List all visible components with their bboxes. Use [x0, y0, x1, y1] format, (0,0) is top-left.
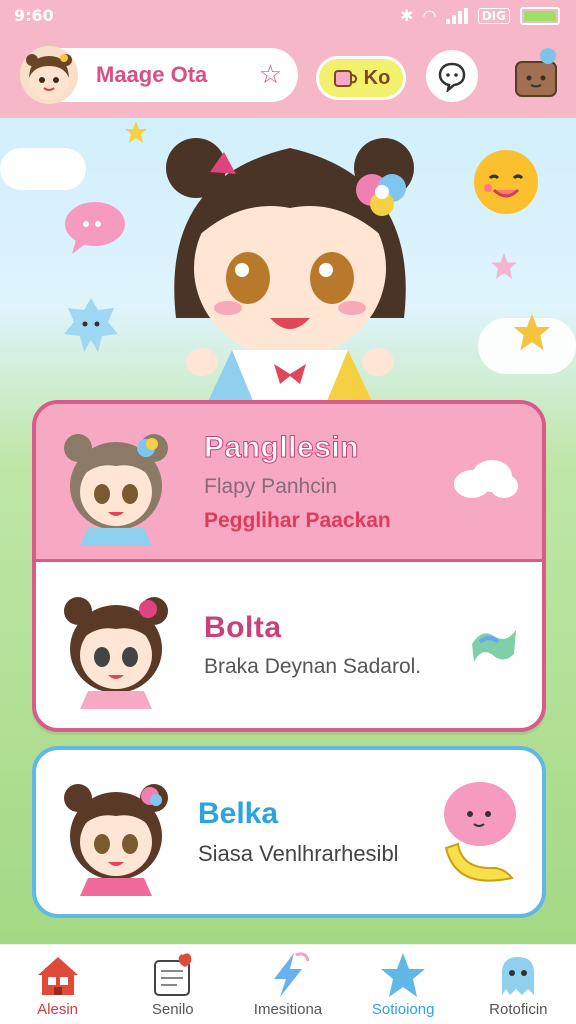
card-name: Pangllesin [204, 430, 360, 464]
nav-label: Alesin [37, 1001, 79, 1018]
nav-label: Senilo [151, 1001, 194, 1018]
smiley-sun-icon [474, 150, 538, 214]
pink-chat-bubble-icon [65, 202, 125, 254]
chat-bubble-icon [438, 62, 466, 92]
nav-item-home[interactable]: Alesin [3, 951, 113, 1018]
notebook-icon [153, 953, 192, 996]
nav-item-lightning[interactable]: Imesitiona [233, 951, 343, 1018]
cotton-candy-banana-icon [444, 782, 516, 882]
yellow-star-icon [513, 313, 551, 351]
star-icon[interactable]: ☆ [259, 60, 282, 90]
card-name: Bolta [204, 611, 282, 644]
nav-label: Imesitiona [253, 1001, 323, 1018]
house-icon [37, 957, 78, 995]
ghost-icon [502, 957, 535, 995]
hero-banner [0, 118, 576, 418]
chat-button[interactable] [426, 50, 478, 102]
card-subtitle: Flapy Panhcin [204, 474, 338, 498]
card-tag: Pegglihar Paackan [204, 508, 391, 532]
profile-search-pill[interactable]: Maage Ota ☆ [20, 46, 298, 104]
bluetooth-icon: ✱ [400, 6, 414, 25]
cloud-decoration [0, 148, 86, 190]
cup-icon [333, 70, 357, 87]
wifi-icon: ◠ [423, 6, 436, 25]
star-icon [381, 953, 426, 997]
bottom-navigation: Alesin Senilo Imesitiona Sotioiong Rotof… [0, 944, 576, 1024]
character-card-bolta[interactable]: Bolta Braka Deynan Sadarol. [36, 562, 542, 728]
status-bar: 9:60 ✱ ◠ DIG [0, 0, 576, 36]
ko-label: Ko [363, 66, 391, 89]
ko-button[interactable]: Ko [316, 56, 406, 100]
tv-mascot-button[interactable] [512, 46, 562, 102]
nav-item-star[interactable]: Sotioiong [348, 951, 458, 1018]
character-card-belka[interactable]: Belka Siasa Venlhrarhesibl [32, 746, 546, 918]
pink-star-icon [491, 253, 517, 279]
nav-label: Sotioiong [371, 1001, 435, 1018]
card-subtitle: Siasa Venlhrarhesibl [198, 841, 399, 866]
mascot-girl-illustration [166, 138, 414, 418]
battery-icon [520, 6, 560, 25]
battery-label: DIG [477, 7, 510, 24]
nav-item-ghost[interactable]: Rotoficin [463, 951, 573, 1018]
character-avatar [64, 597, 168, 709]
signal-icon [445, 7, 468, 24]
app-title: Maage Ota [96, 62, 208, 87]
character-avatar [64, 784, 168, 896]
avatar[interactable] [20, 46, 78, 104]
status-time: 9:60 [14, 6, 54, 25]
lightning-icon [273, 952, 310, 997]
blue-blob-icon [64, 298, 118, 352]
nav-label: Rotoficin [489, 1001, 548, 1018]
nav-item-notebook[interactable]: Senilo [118, 951, 228, 1018]
character-card-pangllesin[interactable]: Pangllesin Flapy Panhcin Pegglihar Paack… [36, 404, 542, 562]
character-list: Pangllesin Flapy Panhcin Pegglihar Paack… [32, 400, 546, 918]
wave-icon [472, 630, 516, 662]
character-avatar [64, 433, 168, 546]
cloud-icon [454, 460, 518, 498]
card-name: Belka [198, 797, 279, 830]
card-group: Pangllesin Flapy Panhcin Pegglihar Paack… [32, 400, 546, 732]
card-subtitle: Braka Deynan Sadarol. [204, 655, 422, 678]
tv-mascot-icon [515, 48, 557, 97]
top-app-bar: 9:60 ✱ ◠ DIG Maage Ota ☆ Ko [0, 0, 576, 118]
